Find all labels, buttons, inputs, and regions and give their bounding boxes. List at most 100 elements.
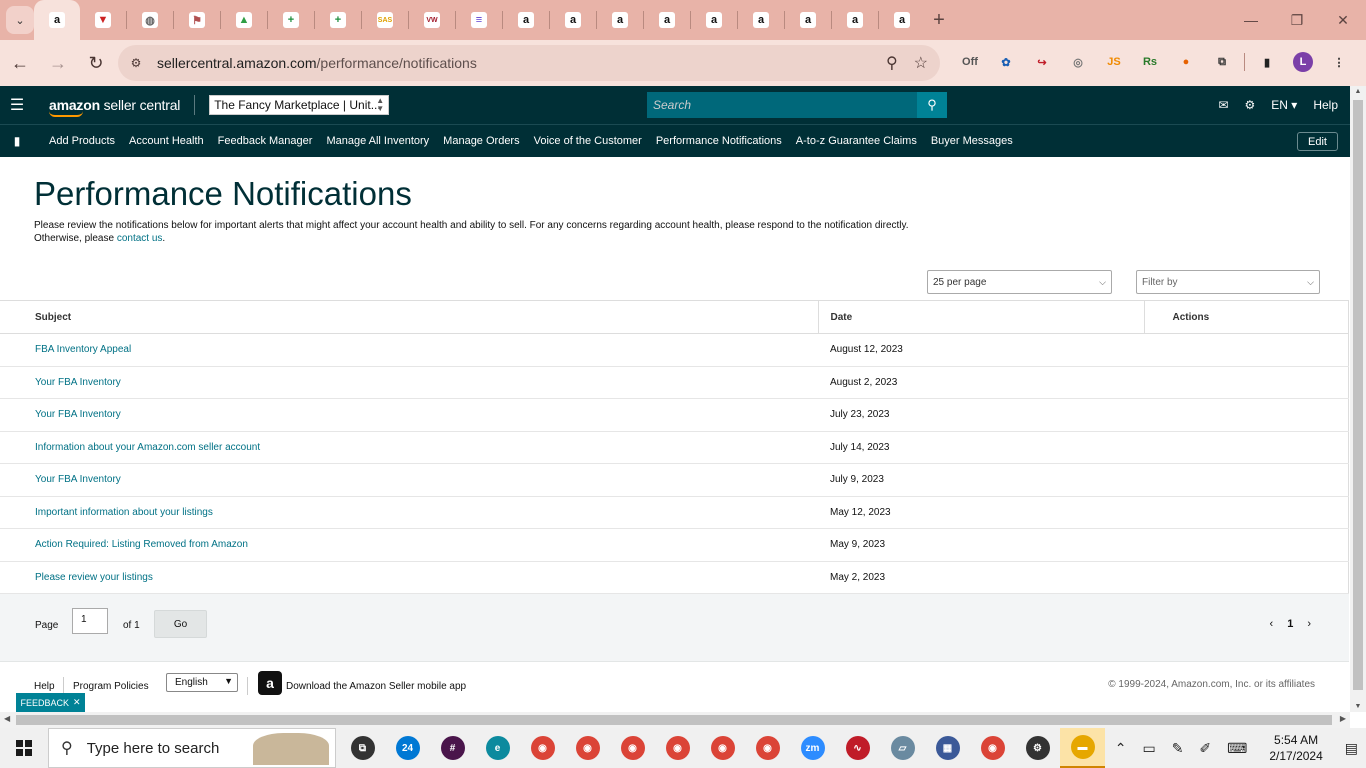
nav-link-buyer-messages[interactable]: Buyer Messages: [931, 135, 1013, 147]
notification-subject-link[interactable]: Your FBA Inventory: [0, 366, 818, 399]
site-info-icon[interactable]: ⚙: [124, 51, 148, 75]
seller-central-logo[interactable]: amazon seller central: [49, 97, 180, 117]
scroll-right-icon[interactable]: ▶: [1340, 714, 1346, 723]
blue-dots-extension-icon[interactable]: ✿: [992, 48, 1020, 76]
notification-subject-link[interactable]: Please review your listings: [0, 561, 818, 594]
notification-subject-link[interactable]: Action Required: Listing Removed from Am…: [0, 528, 818, 562]
browser-tab[interactable]: a: [597, 0, 643, 40]
taskbar-app[interactable]: ◉: [745, 728, 790, 768]
browser-tab[interactable]: ◍: [127, 0, 173, 40]
nav-link-account-health[interactable]: Account Health: [129, 135, 204, 147]
taskbar-app[interactable]: 24: [385, 728, 430, 768]
notification-subject-link[interactable]: Information about your Amazon.com seller…: [0, 431, 818, 464]
zoom-icon[interactable]: ⚲: [886, 53, 898, 73]
scroll-down-icon[interactable]: ▼: [1350, 703, 1366, 710]
browser-tab[interactable]: a: [644, 0, 690, 40]
browser-tab[interactable]: a: [832, 0, 878, 40]
taskbar-app[interactable]: ∿: [835, 728, 880, 768]
reload-button[interactable]: ↻: [78, 45, 114, 81]
taskbar-app[interactable]: ▬: [1060, 728, 1105, 768]
js-extension-icon[interactable]: JS: [1100, 48, 1128, 76]
minimize-button[interactable]: —: [1228, 0, 1274, 40]
vertical-scroll-thumb[interactable]: [1353, 100, 1363, 690]
browser-tab[interactable]: VW: [409, 0, 455, 40]
back-button[interactable]: ←: [2, 45, 38, 81]
program-policies-link[interactable]: Program Policies: [73, 681, 149, 692]
current-page-number[interactable]: 1: [1287, 618, 1293, 630]
filter-select[interactable]: Filter by ⌵: [1136, 270, 1320, 294]
pen-icon[interactable]: ✎: [1172, 740, 1184, 757]
help-link[interactable]: Help: [1313, 98, 1338, 112]
browser-tab[interactable]: a: [785, 0, 831, 40]
browser-tab[interactable]: ▲: [221, 0, 267, 40]
clock[interactable]: 5:54 AM 2/17/2024: [1269, 732, 1322, 764]
taskbar-app[interactable]: ⧉: [340, 728, 385, 768]
menu-icon[interactable]: ☰: [0, 86, 34, 124]
footer-help-link[interactable]: Help: [34, 681, 55, 692]
taskbar-app[interactable]: ◉: [700, 728, 745, 768]
notification-subject-link[interactable]: FBA Inventory Appeal: [0, 333, 818, 367]
browser-tab[interactable]: ≡: [456, 0, 502, 40]
taskbar-app[interactable]: ⚙: [1015, 728, 1060, 768]
column-header-subject[interactable]: Subject: [0, 300, 818, 334]
browser-tab[interactable]: ▼: [80, 0, 126, 40]
browser-tab[interactable]: a: [879, 0, 925, 40]
chevron-right-icon[interactable]: ›: [1307, 618, 1311, 630]
browser-tab[interactable]: a: [503, 0, 549, 40]
tab-search-button[interactable]: ⌄: [6, 6, 34, 34]
search-button[interactable]: ⚲: [917, 92, 947, 118]
more-menu-icon[interactable]: ⋮: [1325, 48, 1353, 76]
amazon-app-icon[interactable]: a: [258, 671, 282, 695]
chevron-up-icon[interactable]: ⌃: [1115, 740, 1127, 757]
login-extension-icon[interactable]: ↪: [1028, 48, 1056, 76]
off-extension-icon[interactable]: Off: [956, 48, 984, 76]
browser-tab[interactable]: a: [550, 0, 596, 40]
browser-tab[interactable]: a: [738, 0, 784, 40]
start-button[interactable]: [0, 728, 48, 768]
taskbar-app[interactable]: ▦: [925, 728, 970, 768]
taskbar-app[interactable]: e: [475, 728, 520, 768]
horizontal-scrollbar[interactable]: ◀ ▶: [0, 712, 1350, 728]
profile-button[interactable]: L: [1289, 48, 1317, 76]
notification-subject-link[interactable]: Your FBA Inventory: [0, 463, 818, 497]
taskbar-app[interactable]: ◉: [565, 728, 610, 768]
nav-link-a-to-z-guarantee-claims[interactable]: A-to-z Guarantee Claims: [796, 135, 917, 147]
notification-subject-link[interactable]: Your FBA Inventory: [0, 398, 818, 432]
nav-link-manage-orders[interactable]: Manage Orders: [443, 135, 519, 147]
scroll-up-icon[interactable]: ▲: [1350, 88, 1366, 95]
vertical-scrollbar[interactable]: ▲ ▼: [1350, 86, 1366, 712]
taskbar-app[interactable]: ◉: [970, 728, 1015, 768]
puzzle-extension-icon[interactable]: ⧉: [1208, 48, 1236, 76]
taskbar-app[interactable]: #: [430, 728, 475, 768]
mail-icon[interactable]: ✉: [1218, 98, 1228, 112]
url-text[interactable]: sellercentral.amazon.com/performance/not…: [157, 55, 477, 71]
browser-tab[interactable]: SAS: [362, 0, 408, 40]
edit-nav-button[interactable]: Edit: [1297, 132, 1338, 151]
gear-icon[interactable]: ⚙: [1245, 98, 1256, 112]
chevron-left-icon[interactable]: ‹: [1270, 618, 1274, 630]
browser-tab[interactable]: a: [691, 0, 737, 40]
browser-tab[interactable]: +: [268, 0, 314, 40]
bookmark-star-icon[interactable]: ☆: [914, 53, 928, 73]
rs-extension-icon[interactable]: Rs: [1136, 48, 1164, 76]
marketplace-selector[interactable]: The Fancy Marketplace | Unit... ▲ ▼: [209, 95, 390, 115]
per-page-select[interactable]: 25 per page ⌵: [927, 270, 1112, 294]
feedback-button[interactable]: FEEDBACK ✕: [16, 693, 85, 712]
nav-link-feedback-manager[interactable]: Feedback Manager: [218, 135, 313, 147]
column-header-date[interactable]: Date: [817, 300, 1144, 334]
forward-button[interactable]: →: [40, 45, 76, 81]
taskbar-search[interactable]: ⚲ Type here to search: [48, 728, 336, 768]
notifications-icon[interactable]: ▤: [1345, 740, 1358, 757]
address-bar[interactable]: ⚙ sellercentral.amazon.com/performance/n…: [118, 45, 940, 81]
close-icon[interactable]: ✕: [73, 697, 81, 708]
taskbar-app[interactable]: zm: [790, 728, 835, 768]
browser-tab[interactable]: +: [315, 0, 361, 40]
taskbar-app[interactable]: ◉: [610, 728, 655, 768]
nav-link-add-products[interactable]: Add Products: [49, 135, 115, 147]
download-app-link[interactable]: Download the Amazon Seller mobile app: [286, 681, 466, 692]
scroll-left-icon[interactable]: ◀: [4, 714, 10, 723]
horizontal-scroll-thumb[interactable]: [16, 715, 1332, 725]
firefox-style-extension-icon[interactable]: ●: [1172, 48, 1200, 76]
restore-button[interactable]: ❐: [1274, 0, 1320, 40]
close-window-button[interactable]: ✕: [1320, 0, 1366, 40]
